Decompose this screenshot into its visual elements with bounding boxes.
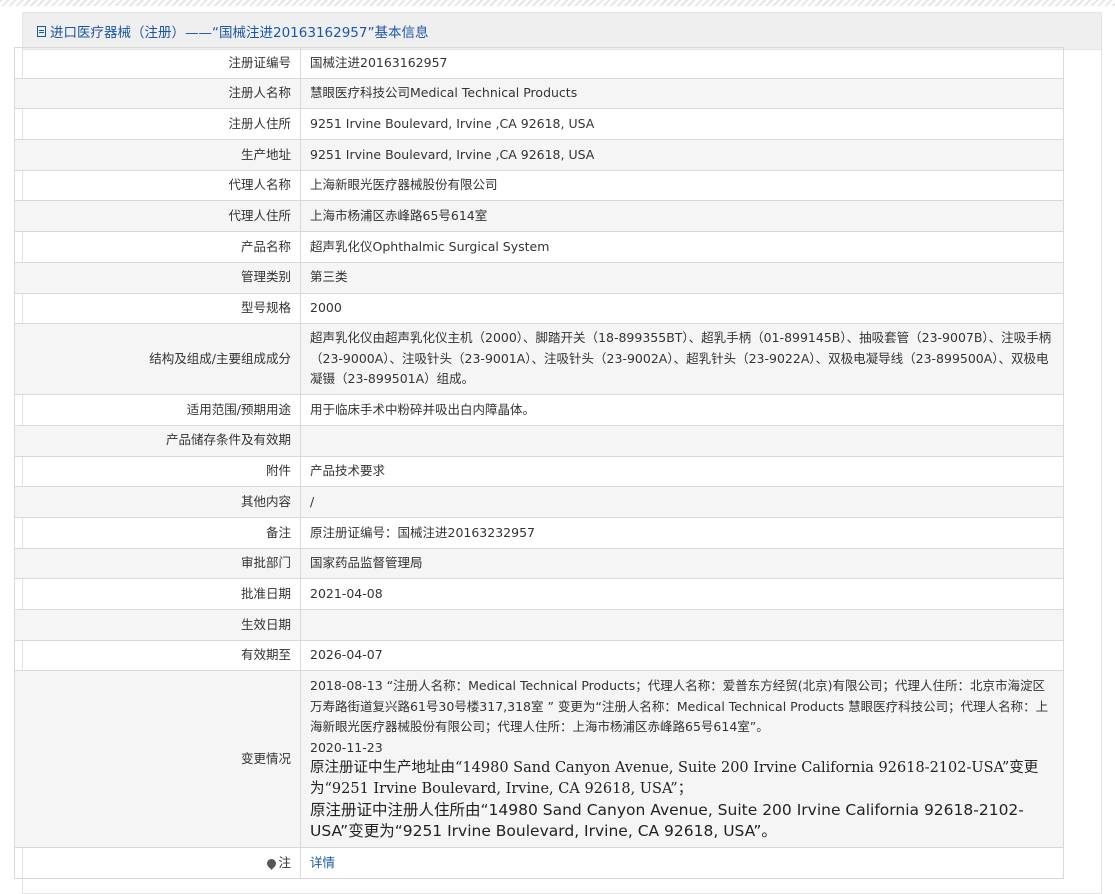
row-label: 注册证编号 — [14, 47, 301, 79]
table-row: 产品名称 超声乳化仪Ophthalmic Surgical System — [14, 231, 1064, 263]
row-label: 代理人住所 — [14, 200, 301, 233]
row-value: 产品技术要求 — [300, 455, 1064, 488]
top-stripe — [0, 0, 1115, 6]
changes-label: 变更情况 — [14, 670, 301, 849]
table-row: 批准日期 2021-04-08 — [14, 578, 1064, 610]
row-label: 型号规格 — [14, 292, 301, 325]
row-value: 2021-04-08 — [300, 578, 1064, 610]
row-label: 管理类别 — [14, 261, 301, 294]
table-row-changes: 变更情况 2018-08-13 “注册人名称：Medical Technical… — [14, 670, 1064, 849]
changes-value: 2018-08-13 “注册人名称：Medical Technical Prod… — [300, 670, 1064, 849]
row-label: 适用范围/预期用途 — [14, 394, 301, 426]
table-row: 备注 原注册证编号：国械注进20163232957 — [14, 516, 1064, 549]
table-row: 有效期至 2026-04-07 — [14, 639, 1064, 672]
row-value: 2026-04-07 — [300, 639, 1064, 672]
row-value: 慧眼医疗科技公司Medical Technical Products — [300, 77, 1064, 110]
row-label: 产品名称 — [14, 231, 301, 263]
row-value: 上海市杨浦区赤峰路65号614室 — [300, 200, 1064, 233]
table-row: 其他内容 / — [14, 486, 1064, 518]
table-row: 结构及组成/主要组成成分 超声乳化仪由超声乳化仪主机（2000）、脚踏开关（18-… — [14, 323, 1064, 396]
row-label: 附件 — [14, 455, 301, 488]
row-label: 注册人住所 — [14, 108, 301, 141]
table-row: 代理人住所 上海市杨浦区赤峰路65号614室 — [14, 200, 1064, 233]
note-value: 详情 — [300, 847, 1064, 880]
details-link[interactable]: 详情 — [310, 855, 335, 870]
table-row: 注册人名称 慧眼医疗科技公司Medical Technical Products — [14, 77, 1064, 110]
table-row: 适用范围/预期用途 用于临床手术中粉碎并吸出白内障晶体。 — [14, 394, 1064, 426]
table-row: 代理人名称 上海新眼光医疗器械股份有限公司 — [14, 169, 1064, 202]
row-value: 9251 Irvine Boulevard, Irvine ,CA 92618,… — [300, 108, 1064, 141]
info-table: 注册证编号 国械注进20163162957 注册人名称 慧眼医疗科技公司Medica… — [14, 47, 1064, 880]
row-label: 有效期至 — [14, 639, 301, 672]
table-row: 生产地址 9251 Irvine Boulevard, Irvine ,CA 92… — [14, 139, 1064, 171]
table-row-note: 注 详情 — [14, 847, 1064, 880]
row-label: 备注 — [14, 516, 301, 549]
change-entry-2a: 原注册证中生产地址由“14980 Sand Canyon Avenue, Sui… — [310, 760, 1039, 798]
row-value: 超声乳化仪由超声乳化仪主机（2000）、脚踏开关（18-899355BT）、超乳… — [300, 323, 1064, 396]
change-date-2: 2020-11-23 — [310, 739, 383, 755]
row-label: 生产地址 — [14, 139, 301, 171]
panel-header: 进口医疗器械（注册）——“国械注进20163162957”基本信息 — [23, 13, 1101, 50]
row-label: 生效日期 — [14, 609, 301, 641]
row-label: 其他内容 — [14, 486, 301, 518]
row-label: 批准日期 — [14, 578, 301, 610]
change-entry-1: 2018-08-13 “注册人名称：Medical Technical Prod… — [310, 678, 1049, 735]
row-value — [300, 609, 1064, 641]
row-value: 9251 Irvine Boulevard, Irvine ,CA 92618,… — [300, 139, 1064, 171]
document-icon — [37, 25, 46, 37]
row-value: 原注册证编号：国械注进20163232957 — [300, 516, 1064, 549]
pin-icon — [265, 857, 279, 870]
table-row: 管理类别 第三类 — [14, 261, 1064, 294]
row-value: 2000 — [300, 292, 1064, 325]
row-label: 注册人名称 — [14, 77, 301, 110]
row-value: / — [300, 486, 1064, 518]
note-label: 注 — [278, 854, 291, 870]
table-row: 注册证编号 国械注进20163162957 — [14, 47, 1064, 79]
row-label: 产品储存条件及有效期 — [14, 424, 301, 457]
table-row: 型号规格 2000 — [14, 292, 1064, 325]
page-title: 进口医疗器械（注册）——“国械注进20163162957”基本信息 — [50, 25, 429, 41]
table-row: 生效日期 — [14, 609, 1064, 641]
table-row: 产品储存条件及有效期 — [14, 424, 1064, 457]
row-label: 代理人名称 — [14, 169, 301, 202]
table-row: 审批部门 国家药品监督管理局 — [14, 547, 1064, 580]
change-entry-2b: 原注册证中注册人住所由“14980 Sand Canyon Avenue, Su… — [310, 801, 1024, 841]
table-row: 附件 产品技术要求 — [14, 455, 1064, 488]
row-value: 国家药品监督管理局 — [300, 547, 1064, 580]
table-row: 注册人住所 9251 Irvine Boulevard, Irvine ,CA 9… — [14, 108, 1064, 141]
row-value: 上海新眼光医疗器械股份有限公司 — [300, 169, 1064, 202]
row-value: 用于临床手术中粉碎并吸出白内障晶体。 — [300, 394, 1064, 426]
row-value: 第三类 — [300, 261, 1064, 294]
row-value: 国械注进20163162957 — [300, 47, 1064, 79]
row-label: 结构及组成/主要组成成分 — [14, 323, 301, 396]
row-label: 审批部门 — [14, 547, 301, 580]
row-value: 超声乳化仪Ophthalmic Surgical System — [300, 231, 1064, 263]
row-value — [300, 424, 1064, 457]
note-label-cell: 注 — [14, 847, 301, 880]
